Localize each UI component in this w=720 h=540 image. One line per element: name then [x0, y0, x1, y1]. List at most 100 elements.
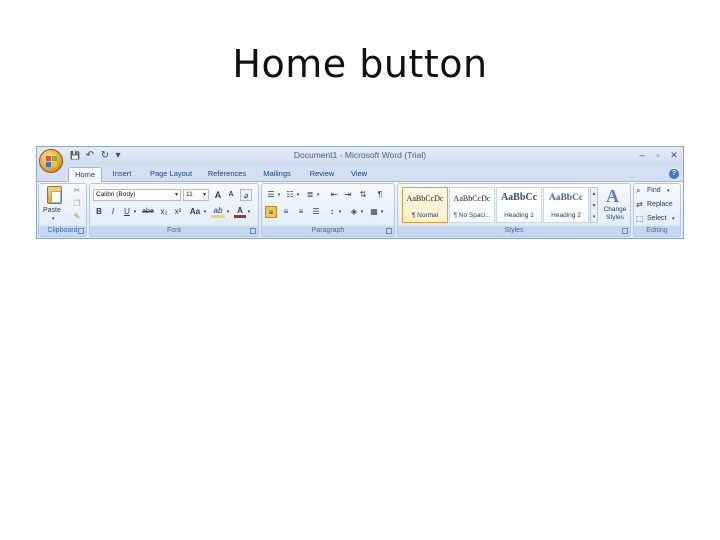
tab-references[interactable]: References	[203, 167, 251, 182]
italic-button[interactable]: I	[107, 206, 119, 218]
copy-icon[interactable]: ❐	[71, 198, 83, 210]
gallery-more-icon[interactable]: ▾	[591, 212, 597, 222]
change-case-button[interactable]: Aa	[188, 206, 202, 218]
font-name-combo[interactable]: Calibri (Body) ▼	[93, 189, 181, 201]
sort-icon[interactable]: ⇅	[357, 189, 369, 201]
styles-gallery-scroll[interactable]: ▲ ▼ ▾	[590, 187, 598, 223]
style-normal[interactable]: AaBbCcDc ¶ Normal	[402, 187, 448, 223]
show-formatting-marks-icon[interactable]: ¶	[374, 189, 386, 201]
borders-dropdown-icon[interactable]: ▾	[379, 206, 385, 218]
maximize-button[interactable]: ▫	[653, 149, 663, 161]
font-launcher-icon[interactable]	[250, 228, 256, 234]
style-heading-2[interactable]: AaBbCc Heading 2	[543, 187, 589, 223]
styles-group-label: Styles	[398, 226, 630, 236]
editing-group-label: Editing	[634, 226, 680, 236]
font-size-dropdown-icon[interactable]: ▼	[202, 190, 207, 200]
replace-icon: ⇄	[636, 200, 643, 209]
style-no-spacing[interactable]: AaBbCcDc ¶ No Spaci...	[449, 187, 495, 223]
multilevel-list-dropdown-icon[interactable]: ▾	[315, 189, 321, 201]
find-button[interactable]: ⌕ Find ▾	[636, 186, 680, 198]
highlight-button[interactable]: ab	[211, 206, 225, 218]
style-no-spacing-sample: AaBbCcDc	[453, 194, 491, 203]
font-color-button[interactable]: A	[234, 206, 246, 218]
window-title: Document1 - Microsoft Word (Trial)	[293, 150, 427, 160]
close-button[interactable]: ✕	[669, 149, 679, 161]
style-heading-1[interactable]: AaBbCc Heading 1	[496, 187, 542, 223]
font-color-dropdown-icon[interactable]: ▾	[246, 206, 252, 218]
style-no-spacing-name: ¶ No Spaci...	[453, 212, 491, 219]
clipboard-launcher-icon[interactable]	[78, 228, 84, 234]
tab-view[interactable]: View	[345, 167, 373, 182]
font-name-dropdown-icon[interactable]: ▼	[174, 190, 179, 200]
paragraph-group: ☰ ▾ ☷ ▾ ≣ ▾ ⇤ ⇥ ⇅ ¶ ≡ ≡ ≡ ☰ ↕ ▾ ◈ ▾ ▦ ▾ …	[261, 183, 395, 237]
change-styles-button[interactable]: A Change Styles	[600, 186, 630, 226]
numbering-dropdown-icon[interactable]: ▾	[295, 189, 301, 201]
underline-dropdown-icon[interactable]: ▾	[132, 206, 138, 218]
increase-indent-icon[interactable]: ⇥	[342, 189, 354, 201]
align-left-icon[interactable]: ≡	[265, 206, 277, 218]
replace-button[interactable]: ⇄ Replace	[636, 200, 680, 212]
select-button[interactable]: ⬚ Select ▾	[636, 214, 680, 226]
paste-dropdown-icon[interactable]: ▾	[52, 216, 55, 222]
strikethrough-button[interactable]: abe	[140, 206, 156, 218]
tab-review[interactable]: Review	[305, 167, 339, 182]
change-case-dropdown-icon[interactable]: ▾	[202, 206, 208, 218]
title-bar: 💾 ↶ ↻ ▾ Document1 - Microsoft Word (Tria…	[37, 147, 683, 165]
clear-formatting-icon[interactable]: ꬿ	[240, 189, 252, 201]
superscript-button[interactable]: x²	[172, 206, 184, 218]
style-heading-1-sample: AaBbCc	[500, 192, 538, 203]
highlight-dropdown-icon[interactable]: ▾	[225, 206, 231, 218]
window-controls: – ▫ ✕	[637, 149, 679, 161]
paragraph-launcher-icon[interactable]	[386, 228, 392, 234]
grow-font-icon[interactable]: A	[212, 189, 224, 201]
change-styles-label: Change Styles	[603, 206, 627, 221]
paste-button[interactable]: Paste ▾	[42, 186, 68, 226]
help-icon[interactable]: ?	[669, 169, 679, 179]
slide-title: Home button	[232, 42, 488, 86]
format-painter-icon[interactable]: ✎	[71, 211, 83, 223]
bold-button[interactable]: B	[93, 206, 105, 218]
subscript-button[interactable]: x₂	[158, 206, 170, 218]
tab-page-layout[interactable]: Page Layout	[145, 167, 197, 182]
office-button[interactable]	[39, 149, 63, 173]
style-heading-2-name: Heading 2	[551, 212, 581, 219]
tab-home[interactable]: Home	[68, 167, 102, 182]
justify-icon[interactable]: ☰	[310, 206, 322, 218]
font-group: Calibri (Body) ▼ 11 ▼ A A ꬿ B I U ▾ abe …	[89, 183, 259, 237]
tab-mailings[interactable]: Mailings	[257, 167, 297, 182]
office-logo-icon	[46, 156, 57, 167]
cut-icon[interactable]: ✂	[71, 185, 83, 197]
shrink-font-icon[interactable]: A	[225, 189, 237, 201]
word-window: 💾 ↶ ↻ ▾ Document1 - Microsoft Word (Tria…	[36, 146, 684, 239]
font-size-combo[interactable]: 11 ▼	[183, 189, 209, 201]
align-right-icon[interactable]: ≡	[295, 206, 307, 218]
shading-dropdown-icon[interactable]: ▾	[359, 206, 365, 218]
ribbon-tabs: Home Insert Page Layout References Maili…	[37, 165, 683, 182]
bullets-dropdown-icon[interactable]: ▾	[276, 189, 282, 201]
style-heading-2-sample: AaBbCc	[548, 193, 584, 203]
styles-launcher-icon[interactable]	[622, 228, 628, 234]
select-label: Select	[647, 215, 667, 222]
select-icon: ⬚	[636, 214, 644, 223]
style-normal-sample: AaBbCcDc	[406, 194, 444, 203]
scroll-down-icon[interactable]: ▼	[591, 200, 597, 212]
minimize-button[interactable]: –	[637, 149, 647, 161]
paragraph-group-label: Paragraph	[262, 226, 394, 236]
tab-insert[interactable]: Insert	[107, 167, 137, 182]
change-styles-icon: A	[606, 186, 619, 206]
paste-label: Paste	[43, 207, 61, 214]
find-icon: ⌕	[636, 186, 641, 195]
font-name-value: Calibri (Body)	[96, 191, 136, 198]
find-dropdown-icon[interactable]: ▾	[667, 188, 670, 194]
align-center-icon[interactable]: ≡	[280, 206, 292, 218]
decrease-indent-icon[interactable]: ⇤	[328, 189, 340, 201]
scroll-up-icon[interactable]: ▲	[591, 188, 597, 200]
find-label: Find	[647, 187, 661, 194]
clipboard-group: Paste ▾ ✂ ❐ ✎ Clipboard	[38, 183, 87, 237]
clipboard-icon	[47, 186, 62, 204]
style-normal-name: ¶ Normal	[411, 212, 439, 219]
font-size-value: 11	[186, 191, 193, 198]
select-dropdown-icon[interactable]: ▾	[672, 216, 675, 222]
styles-group: AaBbCcDc ¶ Normal AaBbCcDc ¶ No Spaci...…	[397, 183, 631, 237]
line-spacing-dropdown-icon[interactable]: ▾	[337, 206, 343, 218]
